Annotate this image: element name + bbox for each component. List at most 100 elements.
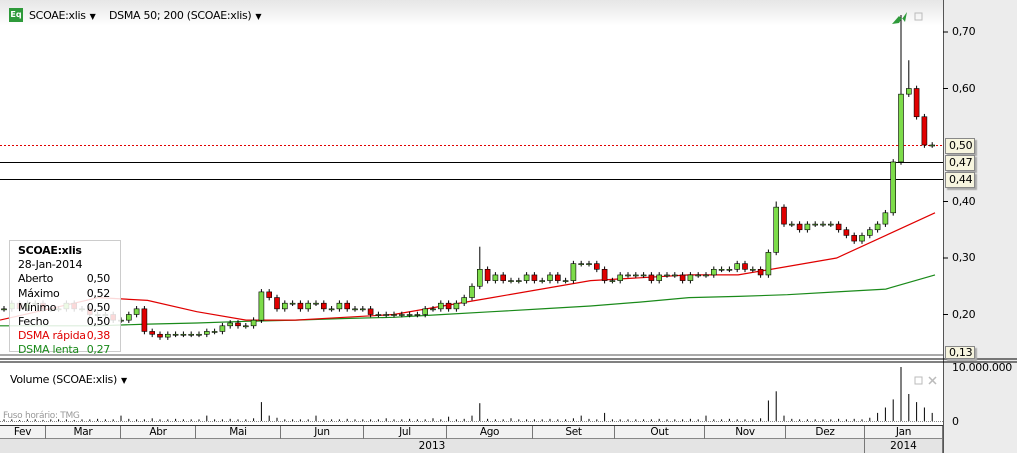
candle-body [757, 268, 764, 276]
candle-body [593, 263, 600, 270]
legend-label: Mínimo [18, 300, 57, 314]
candle-body [336, 302, 343, 310]
candle-body [664, 274, 670, 277]
candle-body [882, 212, 889, 225]
candle-body [476, 268, 483, 287]
candle-body [383, 314, 390, 316]
year-axis: 2013 2014 [0, 439, 943, 453]
candle-body [297, 302, 304, 310]
candle-body [687, 274, 694, 281]
candle-body [539, 280, 546, 282]
legend-value: 0,52 [86, 286, 111, 300]
candle-body [133, 308, 140, 315]
legend-value: 0,38 [86, 329, 111, 343]
candle-body [398, 314, 405, 316]
candle-body [718, 268, 725, 271]
candle-body [165, 333, 171, 338]
candle-body [414, 314, 421, 316]
price-tick-label: 0,70 [952, 25, 976, 38]
candle-body [578, 263, 585, 265]
candle-body [204, 331, 210, 335]
month-label: Jan [865, 426, 943, 439]
candle-body [243, 325, 249, 328]
candle-body [609, 280, 616, 282]
dropdown-caret-icon: ▼ [120, 376, 127, 385]
candle-body [749, 268, 756, 271]
legend-label: Fecho [18, 315, 49, 329]
price-tick-label: 0,30 [952, 251, 976, 264]
candle-body [804, 223, 811, 231]
candle-body [141, 308, 148, 332]
price-chart[interactable] [0, 0, 1017, 453]
candle-body [531, 274, 538, 281]
candle-body [149, 331, 155, 335]
candle-body [929, 144, 936, 147]
candle-body [726, 268, 733, 271]
candle-body [157, 333, 163, 338]
candle-body [656, 274, 663, 281]
trend-arrow-icon [892, 12, 907, 24]
candle-body [313, 302, 319, 305]
volume-title: Volume (SCOAE:xlis) [10, 373, 117, 386]
candle-body [781, 206, 787, 225]
candle-body [827, 223, 834, 226]
candle-body [874, 223, 881, 231]
candle-body [554, 274, 561, 281]
month-label: Mai [196, 426, 281, 439]
candle-body [437, 302, 444, 310]
legend-row: DSMA rápida 0,38 [18, 329, 120, 343]
candle-body [430, 308, 436, 311]
legend-value: 0,50 [86, 272, 111, 286]
legend-row: Mínimo 0,50 [18, 301, 120, 315]
month-label: Jul [364, 426, 447, 439]
candle-body [422, 308, 429, 315]
candle-body [266, 291, 273, 298]
candle-body [344, 302, 351, 310]
month-label: Nov [705, 426, 786, 439]
legend-value: 0,50 [86, 300, 111, 314]
dsma-fast-line [0, 212, 936, 321]
month-axis: Fev Mar Abr Mai Jun Jul Ago Set Out Nov Dez Jan [0, 425, 943, 439]
candle-body [126, 314, 132, 321]
candle-body [742, 263, 748, 270]
candle-body [469, 285, 475, 298]
candle-body [734, 263, 741, 270]
legend-label: Máximo [18, 286, 60, 300]
candle-body [219, 325, 226, 332]
candle-body [710, 268, 717, 276]
candle-body [898, 93, 904, 163]
candle-body [625, 274, 631, 277]
candle-body [461, 297, 468, 304]
legend-value: 0,50 [86, 315, 111, 329]
legend-date: 28-Jan-2014 [18, 258, 83, 272]
candle-body [515, 280, 522, 282]
candle-body [367, 308, 374, 315]
candle-body [352, 308, 358, 311]
volume-selector[interactable]: Volume (SCOAE:xlis) ▼ [10, 373, 127, 386]
candle-body [812, 223, 819, 226]
candle-body [281, 302, 288, 310]
candle-body [258, 291, 265, 321]
candle-body [765, 252, 772, 276]
candle-body [586, 263, 592, 265]
candle-body [406, 314, 413, 316]
price-low-label: 0,13 [945, 346, 975, 359]
candle-body [328, 308, 335, 311]
legend-label: DSMA rápida [18, 329, 86, 343]
volume-maximize-icon [914, 376, 923, 385]
candle-body [796, 223, 803, 231]
candle-body [500, 274, 507, 281]
candle-body [445, 302, 452, 310]
candle-body [835, 223, 842, 231]
volume-axis-top: 10.000.000 [952, 361, 1012, 374]
candle-body [679, 274, 686, 281]
candle-body [648, 274, 655, 281]
candle-body [703, 274, 709, 277]
candle-body [359, 308, 366, 311]
candle-body [640, 274, 647, 277]
price-level-label: 0,44 [945, 171, 975, 188]
candle-body [274, 297, 280, 310]
candle-body [188, 333, 194, 336]
candle-body [453, 302, 460, 310]
candle-body [180, 333, 187, 336]
